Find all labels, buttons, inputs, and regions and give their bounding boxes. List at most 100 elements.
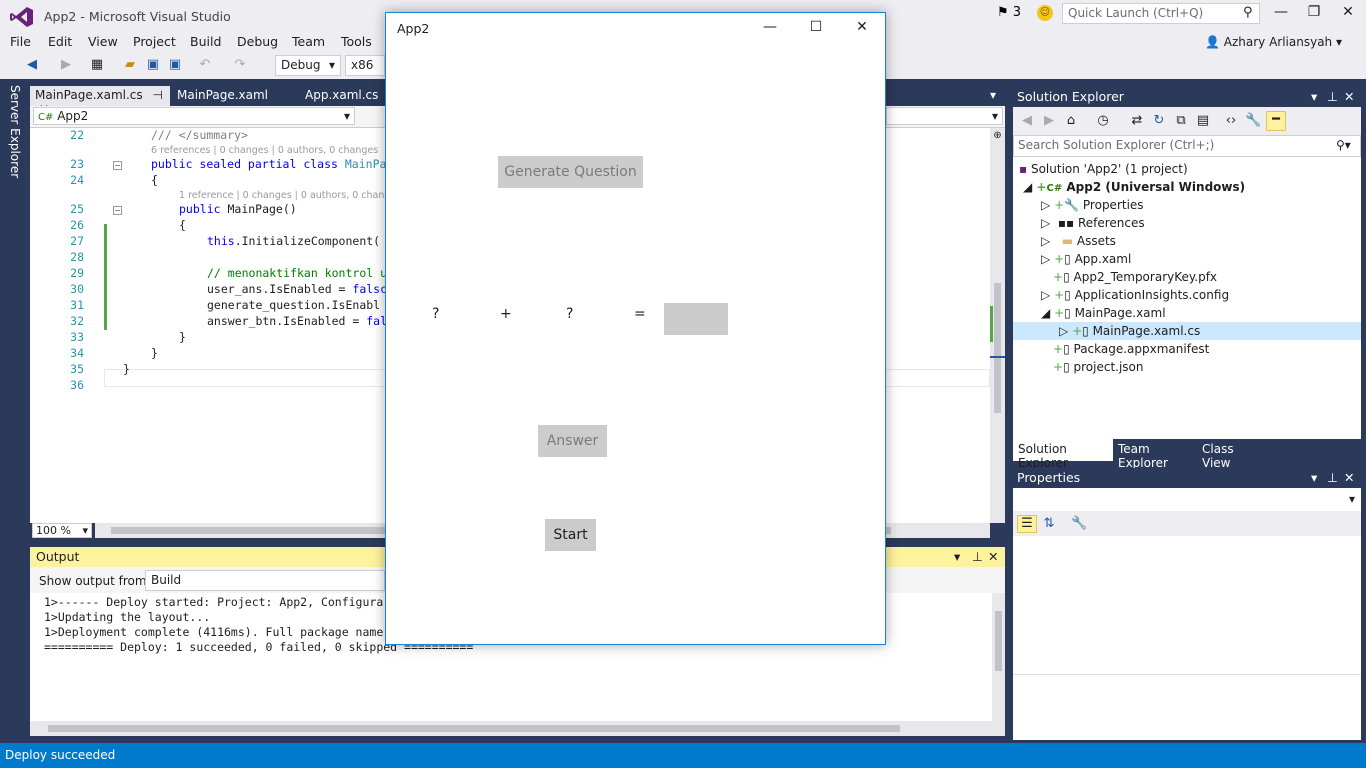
editor-vertical-scrollbar[interactable]: ⊕ bbox=[990, 128, 1005, 523]
tab-team-explorer[interactable]: Team Explorer bbox=[1113, 439, 1198, 470]
collapse-class-icon[interactable]: − bbox=[113, 161, 122, 170]
answer-button[interactable]: Answer bbox=[538, 425, 607, 457]
app-minimize-icon[interactable]: — bbox=[755, 19, 785, 39]
code-line: } bbox=[179, 330, 186, 344]
tab-mainpage-xaml[interactable]: MainPage.xaml bbox=[172, 86, 292, 106]
prop-menu-chevron-down-icon[interactable]: ▾ bbox=[1311, 470, 1317, 485]
output-vertical-scrollbar[interactable] bbox=[992, 593, 1005, 721]
open-folder-icon[interactable]: ▰ bbox=[122, 57, 138, 73]
close-icon[interactable]: ✕ bbox=[1333, 4, 1363, 24]
output-pin-icon[interactable]: ⊥ bbox=[972, 549, 983, 564]
home-icon[interactable]: ⌂ bbox=[1063, 113, 1079, 129]
menu-debug[interactable]: Debug bbox=[237, 34, 278, 49]
tree-node-app-insights[interactable]: ▷ +▯ ApplicationInsights.config bbox=[1041, 288, 1229, 302]
tree-node-properties[interactable]: ▷ +🔧 Properties bbox=[1041, 198, 1144, 212]
tab-mainpage-xaml-cs[interactable]: MainPage.xaml.cs ⊣ ✕ bbox=[30, 86, 170, 116]
tab-class-view[interactable]: Class View bbox=[1197, 439, 1267, 470]
se-pin-icon[interactable]: ⊥ bbox=[1327, 89, 1338, 104]
save-all-icon[interactable]: ▣ bbox=[167, 57, 183, 73]
se-back-icon[interactable]: ◀ bbox=[1019, 113, 1035, 129]
categorized-icon[interactable]: ☰ bbox=[1017, 515, 1037, 533]
scroll-thumb[interactable] bbox=[994, 283, 1001, 413]
save-icon[interactable]: ▣ bbox=[145, 57, 161, 73]
user-answer-input[interactable] bbox=[664, 303, 728, 335]
menu-view[interactable]: View bbox=[88, 34, 118, 49]
user-account[interactable]: 👤 Azhary Arliansyah ▾ bbox=[1205, 35, 1342, 49]
menu-tools[interactable]: Tools bbox=[341, 34, 372, 49]
tree-node-mainpage-xaml-cs[interactable]: ▷ +▯ MainPage.xaml.cs bbox=[1059, 324, 1200, 338]
object-select[interactable]: ▾ bbox=[1013, 488, 1361, 512]
server-explorer-tab[interactable]: Server Explorer bbox=[8, 85, 22, 178]
tab-app-xaml-cs[interactable]: App.xaml.cs bbox=[300, 86, 390, 106]
refresh-icon[interactable]: ↻ bbox=[1151, 113, 1167, 129]
tab-overflow-chevron-down-icon[interactable]: ▾ bbox=[990, 86, 1005, 106]
tree-node-app-xaml[interactable]: ▷ +▯ App.xaml bbox=[1041, 252, 1131, 266]
app-close-icon[interactable]: ✕ bbox=[847, 19, 877, 39]
alphabetical-icon[interactable]: ⇅ bbox=[1041, 516, 1057, 532]
quick-launch-search-icon[interactable]: ⚲ bbox=[1243, 5, 1253, 20]
collapse-method-icon[interactable]: − bbox=[113, 206, 122, 215]
app-maximize-icon[interactable]: ☐ bbox=[801, 19, 831, 39]
tree-node-pfx[interactable]: +▯ App2_TemporaryKey.pfx bbox=[1053, 270, 1217, 284]
tree-node-mainpage-xaml[interactable]: ◢ +▯ MainPage.xaml bbox=[1041, 306, 1166, 320]
history-icon[interactable]: ◷ bbox=[1095, 113, 1111, 129]
redo-icon[interactable]: ↷ bbox=[232, 57, 248, 73]
project-nav-value: App2 bbox=[57, 109, 89, 123]
menu-project[interactable]: Project bbox=[133, 34, 176, 49]
codelens-hint[interactable]: 1 reference | 0 changes | 0 authors, 0 c… bbox=[179, 190, 390, 201]
menu-file[interactable]: File bbox=[10, 34, 31, 49]
output-close-icon[interactable]: ✕ bbox=[988, 549, 998, 564]
properties-wrench-icon[interactable]: 🔧 bbox=[1245, 113, 1261, 129]
show-all-files-icon[interactable]: ▤ bbox=[1195, 113, 1211, 129]
project-nav-select[interactable]: C# App2 ▾ bbox=[33, 107, 355, 125]
sync-icon[interactable]: ⇄ bbox=[1129, 113, 1145, 129]
zoom-select[interactable]: 100 % ▾ bbox=[32, 523, 92, 538]
prop-pin-icon[interactable]: ⊥ bbox=[1327, 470, 1338, 485]
forward-icon[interactable]: ▶ bbox=[58, 57, 74, 73]
pin-icon[interactable]: ⊣ bbox=[152, 88, 162, 102]
minimize-icon[interactable]: — bbox=[1266, 4, 1296, 24]
tree-node-project-json[interactable]: +▯ project.json bbox=[1053, 360, 1144, 374]
tab-solution-explorer[interactable]: Solution Explorer bbox=[1013, 439, 1113, 470]
new-project-icon[interactable]: ▦ bbox=[89, 57, 105, 73]
menu-build[interactable]: Build bbox=[190, 34, 221, 49]
scroll-thumb[interactable] bbox=[48, 725, 900, 732]
member-nav-select[interactable]: ▾ bbox=[886, 107, 1003, 125]
tree-node-assets[interactable]: ▷ ▬ Assets bbox=[1041, 234, 1116, 248]
collapse-all-icon[interactable]: ⧉ bbox=[1173, 113, 1189, 129]
undo-icon[interactable]: ↶ bbox=[197, 57, 213, 73]
output-horizontal-scrollbar[interactable] bbox=[30, 721, 1005, 736]
solution-explorer-search-input[interactable]: Search Solution Explorer (Ctrl+;) ⚲▾ bbox=[1013, 135, 1361, 157]
quick-launch-input[interactable]: Quick Launch (Ctrl+Q) bbox=[1062, 3, 1260, 24]
generate-question-button[interactable]: Generate Question bbox=[498, 156, 643, 188]
output-menu-chevron-down-icon[interactable]: ▾ bbox=[954, 549, 960, 564]
se-menu-chevron-down-icon[interactable]: ▾ bbox=[1311, 89, 1317, 104]
restore-icon[interactable]: ❐ bbox=[1299, 4, 1329, 24]
property-pages-wrench-icon[interactable]: 🔧 bbox=[1071, 516, 1087, 532]
output-source-select[interactable]: Build bbox=[145, 570, 385, 591]
configuration-select[interactable]: Debug ▾ bbox=[275, 55, 341, 76]
se-forward-icon[interactable]: ▶ bbox=[1041, 113, 1057, 129]
scroll-thumb[interactable] bbox=[995, 611, 1002, 671]
split-icon[interactable]: ⊕ bbox=[992, 130, 1003, 141]
view-code-icon[interactable]: ‹› bbox=[1223, 113, 1239, 129]
solution-icon: ▪ bbox=[1019, 162, 1028, 176]
prop-close-icon[interactable]: ✕ bbox=[1344, 470, 1354, 485]
tree-node-references[interactable]: ▷ ▪▪ References bbox=[1041, 216, 1145, 230]
tree-node-project[interactable]: ◢ +C# App2 (Universal Windows) bbox=[1023, 180, 1245, 194]
back-icon[interactable]: ◀ bbox=[24, 57, 40, 73]
platform-select[interactable]: x86 bbox=[345, 55, 385, 76]
start-button[interactable]: Start bbox=[545, 519, 596, 551]
line-number: 22 bbox=[70, 128, 84, 142]
preview-selected-icon[interactable]: ━ bbox=[1266, 111, 1286, 131]
codelens-hint[interactable]: 6 references | 0 changes | 0 authors, 0 … bbox=[151, 145, 378, 156]
code-line: answer_btn.IsEnabled = fal bbox=[207, 314, 387, 330]
tree-node-appxmanifest[interactable]: +▯ Package.appxmanifest bbox=[1053, 342, 1209, 356]
tree-node-solution[interactable]: ▪ Solution 'App2' (1 project) bbox=[1019, 162, 1188, 176]
notifications-flag-icon[interactable]: ⚑ 3 bbox=[997, 5, 1021, 20]
node-label: ApplicationInsights.config bbox=[1074, 288, 1230, 302]
feedback-smiley-icon[interactable]: ☺ bbox=[1037, 5, 1053, 21]
menu-team[interactable]: Team bbox=[292, 34, 325, 49]
menu-edit[interactable]: Edit bbox=[48, 34, 72, 49]
se-close-icon[interactable]: ✕ bbox=[1344, 89, 1354, 104]
